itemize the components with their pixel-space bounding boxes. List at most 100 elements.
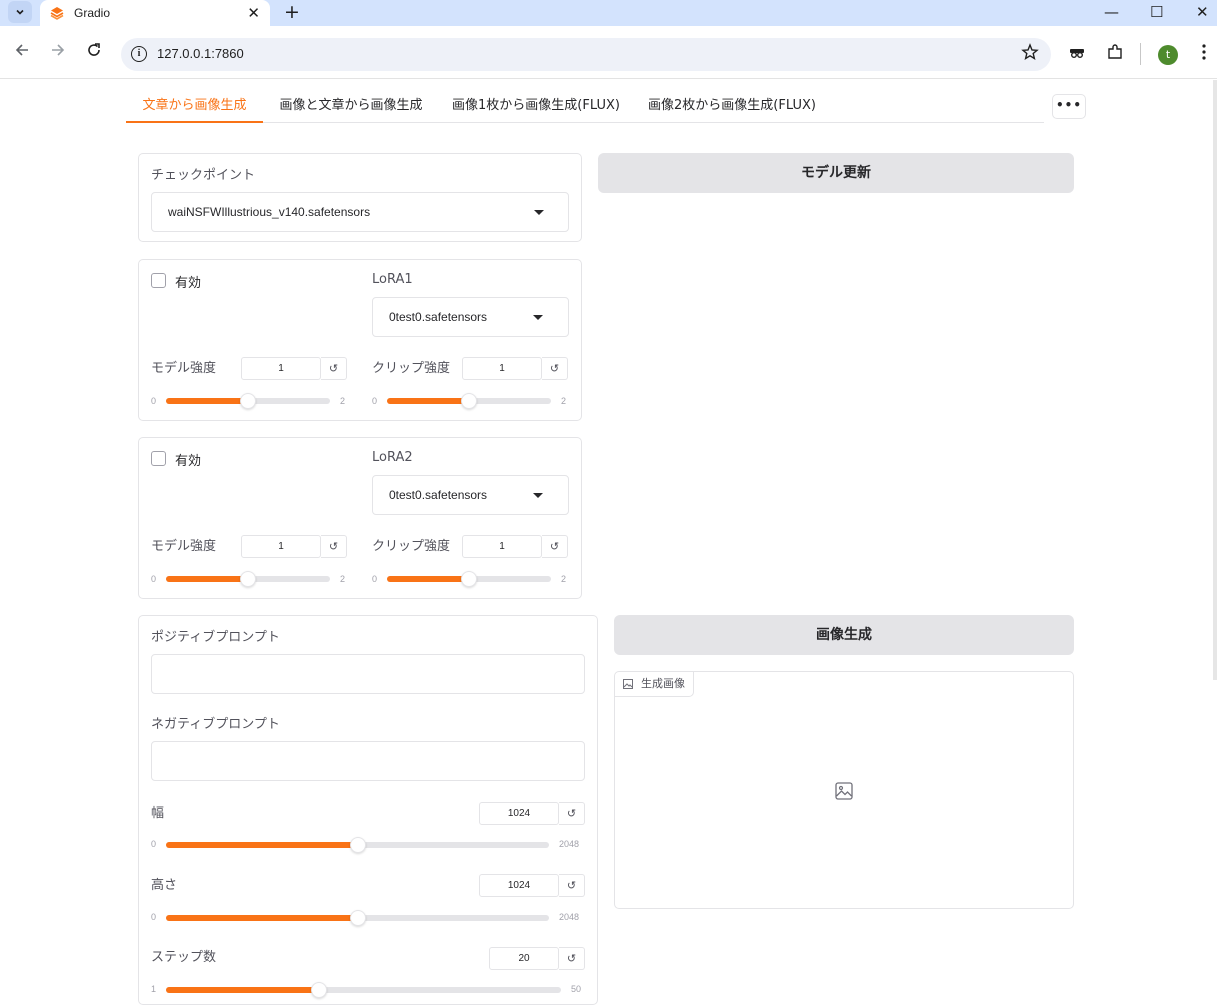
lora1-clip-strength-label: クリップ強度 [372,361,451,376]
lora1-dropdown[interactable]: 0test0.safetensors [372,297,569,337]
reset-icon[interactable]: ↺ [542,535,568,558]
generate-image-button[interactable]: 画像生成 [614,615,1074,655]
close-window-button[interactable]: ✕ [1196,2,1209,22]
lora2-model-strength-input[interactable]: 1 [241,535,321,558]
caret-down-icon [533,493,543,498]
page-scrollbar[interactable] [1213,80,1217,680]
app-tab-bar: 文章から画像生成 画像と文章から画像生成 画像1枚から画像生成(FLUX) 画像… [126,92,1044,123]
update-model-button[interactable]: モデル更新 [598,153,1074,193]
caret-down-icon [534,210,544,215]
lora2-panel: 有効 LoRA2 0test0.safetensors モデル強度 1 ↺ 0 … [138,437,582,599]
height-slider[interactable] [166,910,549,926]
slider-max: 2 [561,574,567,584]
new-tab-button[interactable]: + [284,2,300,22]
steps-slider[interactable] [166,982,561,998]
url-text: 127.0.0.1:7860 [157,46,244,61]
width-label: 幅 [151,806,165,821]
lora2-clip-strength-input[interactable]: 1 [462,535,542,558]
negative-prompt-input[interactable] [151,741,585,781]
address-bar[interactable]: i 127.0.0.1:7860 [121,38,1051,71]
tab-two-images-flux[interactable]: 画像2枚から画像生成(FLUX) [642,92,822,123]
slider-min: 0 [372,396,378,406]
maximize-button[interactable]: ☐ [1150,2,1163,22]
slider-thumb[interactable] [349,837,366,853]
slider-min: 0 [151,396,157,406]
profile-avatar[interactable]: t [1158,45,1178,65]
slider-min: 1 [151,984,157,994]
lora2-enable-label: 有効 [175,454,202,469]
width-slider[interactable] [166,837,549,853]
slider-fill [166,576,248,582]
lora1-model-strength-input[interactable]: 1 [241,357,321,380]
slider-thumb[interactable] [240,393,256,409]
slider-thumb[interactable] [461,571,477,587]
lora2-dropdown[interactable]: 0test0.safetensors [372,475,569,515]
image-icon [623,679,633,689]
back-icon[interactable] [14,42,30,58]
lora2-clip-strength-slider[interactable] [387,571,551,587]
reset-icon[interactable]: ↺ [321,357,347,380]
tab-image-text-to-image[interactable]: 画像と文章から画像生成 [271,92,431,123]
extensions-icon[interactable] [1106,43,1124,61]
checkpoint-value: waiNSFWIllustrious_v140.safetensors [168,205,371,219]
tab-search-button[interactable] [8,1,32,23]
reset-icon[interactable]: ↺ [321,535,347,558]
lora2-label: LoRA2 [372,450,413,465]
lora1-label: LoRA1 [372,272,413,287]
height-label: 高さ [151,878,178,893]
bookmark-star-icon[interactable] [1021,43,1039,61]
reset-icon[interactable]: ↺ [559,874,585,897]
incognito-icon[interactable] [1068,43,1086,61]
lora2-model-strength-slider[interactable] [166,571,330,587]
minimize-button[interactable]: — [1104,2,1119,22]
lora1-enable-checkbox[interactable] [151,273,166,288]
checkpoint-panel: チェックポイント waiNSFWIllustrious_v140.safeten… [138,153,582,242]
lora1-model-strength-slider[interactable] [166,393,330,409]
steps-label: ステップ数 [151,950,217,965]
slider-max: 2048 [559,912,580,922]
slider-thumb[interactable] [461,393,477,409]
slider-thumb[interactable] [349,910,366,926]
lora1-model-strength-label: モデル強度 [151,361,217,376]
lora1-panel: 有効 LoRA1 0test0.safetensors モデル強度 1 ↺ 0 … [138,259,582,421]
reset-icon[interactable]: ↺ [542,357,568,380]
toolbar-divider [1140,43,1141,65]
slider-max: 2 [340,396,346,406]
slider-fill [387,398,469,404]
height-input[interactable]: 1024 [479,874,559,897]
slider-max: 50 [571,984,582,994]
width-input[interactable]: 1024 [479,802,559,825]
steps-input[interactable]: 20 [489,947,559,970]
reload-icon[interactable] [86,42,102,58]
slider-thumb[interactable] [240,571,256,587]
menu-icon[interactable] [1196,43,1212,61]
lora1-enable-label: 有効 [175,276,202,291]
browser-tab[interactable]: Gradio ✕ [40,0,270,26]
browser-toolbar: i 127.0.0.1:7860 t [0,26,1217,79]
tab-close-icon[interactable]: ✕ [247,4,260,22]
slider-fill [166,915,358,921]
checkpoint-dropdown[interactable]: waiNSFWIllustrious_v140.safetensors [151,192,569,232]
negative-prompt-label: ネガティブプロンプト [151,717,280,732]
slider-max: 2 [340,574,346,584]
lora1-clip-strength-input[interactable]: 1 [462,357,542,380]
positive-prompt-label: ポジティブプロンプト [151,630,280,645]
lora2-model-strength-label: モデル強度 [151,539,217,554]
tab-one-image-flux[interactable]: 画像1枚から画像生成(FLUX) [446,92,626,123]
caret-down-icon [533,315,543,320]
site-info-icon[interactable]: i [131,46,147,62]
lora1-clip-strength-slider[interactable] [387,393,551,409]
more-tabs-button[interactable]: ••• [1052,94,1086,119]
slider-max: 2 [561,396,567,406]
slider-thumb[interactable] [311,982,328,998]
lora2-enable-checkbox[interactable] [151,451,166,466]
reset-icon[interactable]: ↺ [559,947,585,970]
slider-fill [166,398,248,404]
chevron-down-icon [16,9,24,15]
tab-text-to-image[interactable]: 文章から画像生成 [126,92,263,123]
lora2-value: 0test0.safetensors [389,488,488,502]
positive-prompt-input[interactable] [151,654,585,694]
checkpoint-label: チェックポイント [151,168,256,183]
reset-icon[interactable]: ↺ [559,802,585,825]
forward-icon[interactable] [50,42,66,58]
